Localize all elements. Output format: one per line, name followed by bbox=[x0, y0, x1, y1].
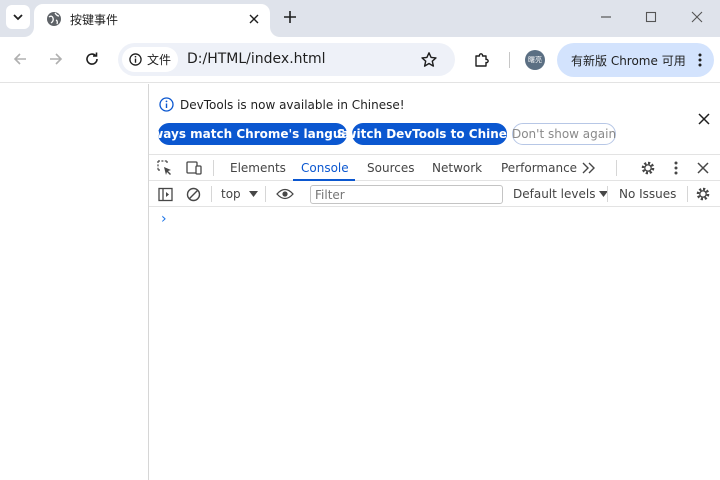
tab-console[interactable]: Console bbox=[301, 161, 349, 175]
device-toolbar-button[interactable] bbox=[186, 160, 202, 176]
inspect-element-button[interactable] bbox=[157, 160, 173, 176]
console-settings-button[interactable] bbox=[695, 186, 711, 202]
dropdown-triangle-icon bbox=[248, 191, 258, 197]
device-icon bbox=[186, 161, 202, 175]
plus-icon bbox=[284, 11, 296, 23]
toolbar-divider bbox=[687, 186, 688, 202]
more-tabs-button[interactable] bbox=[581, 160, 597, 176]
console-prompt[interactable]: › bbox=[161, 211, 167, 227]
inspect-icon bbox=[157, 160, 171, 175]
tab-performance[interactable]: Performance bbox=[501, 161, 577, 175]
gear-icon bbox=[696, 187, 710, 201]
toolbar-divider bbox=[213, 160, 214, 176]
context-value: top bbox=[221, 187, 241, 201]
clear-console-button[interactable] bbox=[185, 186, 201, 202]
tab-network[interactable]: Network bbox=[432, 161, 482, 175]
browser-tab[interactable]: 按键事件 bbox=[34, 4, 270, 37]
back-button[interactable] bbox=[10, 49, 30, 69]
update-chrome-button[interactable]: 有新版 Chrome 可用 bbox=[557, 43, 714, 77]
log-levels-value: Default levels bbox=[513, 187, 596, 201]
devtools-settings-button[interactable] bbox=[640, 160, 656, 176]
tab-elements[interactable]: Elements bbox=[230, 161, 286, 175]
dont-show-again-button[interactable]: Don't show again bbox=[512, 123, 616, 145]
close-icon[interactable] bbox=[697, 112, 711, 126]
more-vertical-icon bbox=[674, 161, 678, 175]
toolbar-divider bbox=[607, 186, 608, 202]
block-icon bbox=[186, 187, 200, 201]
close-window-button[interactable] bbox=[686, 6, 708, 28]
site-chip-label: 文件 bbox=[147, 53, 172, 67]
log-levels-dropdown[interactable]: Default levels bbox=[513, 187, 609, 201]
devtools-infobar: DevTools is now available in Chinese! Al… bbox=[139, 84, 720, 154]
chevron-down-icon bbox=[13, 14, 23, 21]
close-icon bbox=[697, 162, 709, 174]
issues-counter[interactable]: No Issues bbox=[619, 187, 676, 201]
close-icon bbox=[691, 11, 703, 23]
browser-toolbar: 文件 D:/HTML/index.html 曙亮 有新版 Chrome 可用 bbox=[0, 37, 720, 83]
star-icon[interactable] bbox=[420, 51, 438, 69]
info-icon bbox=[159, 97, 174, 112]
toolbar-divider bbox=[616, 160, 617, 176]
close-icon bbox=[249, 14, 259, 24]
address-bar[interactable]: 文件 D:/HTML/index.html bbox=[118, 43, 455, 76]
puzzle-icon bbox=[475, 53, 489, 67]
switch-to-chinese-button[interactable]: Switch DevTools to Chinese bbox=[337, 123, 522, 145]
live-expression-button[interactable] bbox=[275, 186, 295, 202]
sidebar-icon bbox=[157, 187, 173, 201]
new-tab-button[interactable] bbox=[280, 7, 300, 27]
maximize-icon bbox=[645, 11, 657, 23]
reload-icon bbox=[86, 52, 98, 65]
site-info-chip[interactable]: 文件 bbox=[122, 47, 178, 72]
globe-icon bbox=[47, 12, 61, 26]
arrow-right-icon bbox=[50, 53, 63, 65]
context-selector[interactable]: top bbox=[221, 187, 258, 201]
toolbar-divider bbox=[211, 186, 212, 202]
tab-search-button[interactable] bbox=[6, 5, 30, 29]
tab-title: 按键事件 bbox=[70, 13, 119, 27]
page-viewport bbox=[0, 84, 148, 480]
more-vertical-icon bbox=[698, 53, 702, 67]
console-filter-input[interactable] bbox=[310, 185, 503, 204]
devtools-menu-button[interactable] bbox=[668, 160, 684, 176]
eye-icon bbox=[276, 188, 294, 200]
info-icon bbox=[129, 53, 142, 66]
toolbar-separator bbox=[509, 52, 510, 68]
url-text[interactable]: D:/HTML/index.html bbox=[187, 51, 326, 67]
tab-sources[interactable]: Sources bbox=[367, 161, 414, 175]
devtools-tab-bar: Elements Console Sources Network Perform… bbox=[149, 154, 720, 181]
toolbar-divider bbox=[265, 186, 266, 202]
close-devtools-button[interactable] bbox=[695, 160, 711, 176]
extensions-button[interactable] bbox=[472, 50, 492, 70]
forward-button[interactable] bbox=[46, 49, 66, 69]
console-toolbar: top Default levels No Issues bbox=[149, 181, 720, 207]
tab-strip: 按键事件 bbox=[0, 0, 720, 37]
profile-avatar[interactable]: 曙亮 bbox=[525, 50, 545, 70]
devtools-panel: DevTools is now available in Chinese! Al… bbox=[139, 84, 720, 480]
minimize-button[interactable] bbox=[595, 6, 617, 28]
tab-close-button[interactable] bbox=[246, 11, 262, 27]
update-chrome-label: 有新版 Chrome 可用 bbox=[571, 53, 686, 68]
double-chevron-right-icon bbox=[582, 162, 595, 174]
arrow-left-icon bbox=[13, 53, 26, 65]
maximize-button[interactable] bbox=[640, 6, 662, 28]
always-match-language-button[interactable]: Always match Chrome's language bbox=[139, 123, 366, 145]
infobar-message: DevTools is now available in Chinese! bbox=[180, 98, 405, 112]
minimize-icon bbox=[601, 16, 611, 18]
gear-icon bbox=[641, 161, 655, 175]
show-sidebar-button[interactable] bbox=[157, 186, 173, 202]
reload-button[interactable] bbox=[82, 49, 102, 69]
